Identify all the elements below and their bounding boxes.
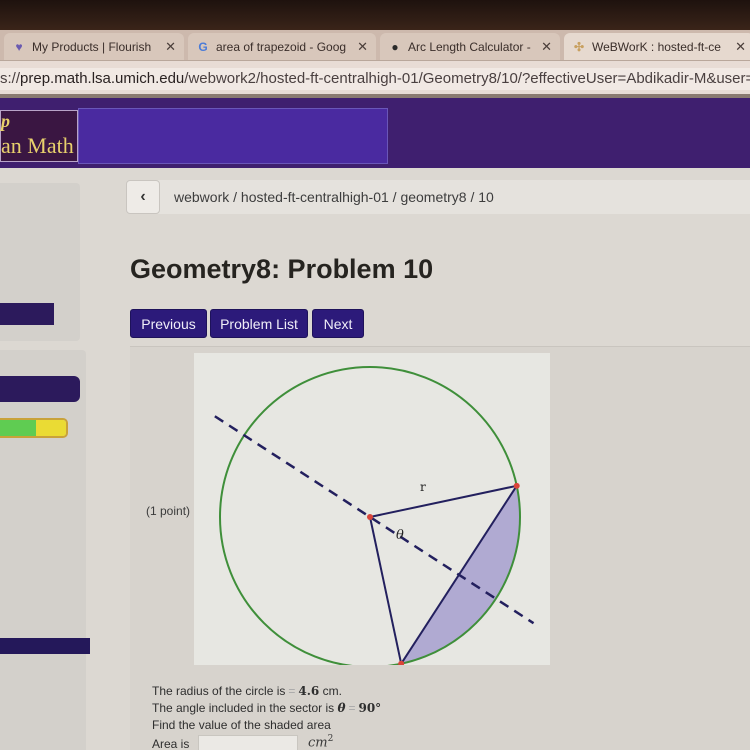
url-input[interactable]: s://prep.math.lsa.umich.edu/webwork2/hos… [0,68,750,90]
previous-button[interactable]: Previous [130,309,207,338]
back-button[interactable]: ‹ [126,180,160,214]
equals-sign: = [288,684,296,698]
unit-exponent: 2 [327,734,334,744]
close-icon[interactable]: ✕ [165,39,176,55]
radius-value: 4.6 [298,684,320,698]
tab-arc-length-calculator[interactable]: ● Arc Length Calculator - C ✕ [380,33,560,60]
unit-base: cm [308,735,328,750]
problem-figure: r θ [194,353,550,668]
chord-endpoint-upper [513,482,520,489]
problem-list-button[interactable]: Problem List [210,309,308,338]
tab-google-search[interactable]: G area of trapezoid - Goog ✕ [188,33,376,60]
sidebar-button[interactable] [0,638,90,654]
next-button[interactable]: Next [312,309,364,338]
answer-unit: cm2 [308,734,333,750]
angle-variable: θ [337,701,346,715]
tab-webwork-active[interactable]: ✣ WeBWorK : hosted-ft-ce ✕ [564,33,750,60]
problem-question: Find the value of the shaded area [152,718,331,732]
url-prefix: s:// [0,70,21,87]
site-header: p an Math [0,98,750,168]
radius-text: The radius of the circle is [152,684,286,698]
close-icon[interactable]: ✕ [357,39,368,55]
webwork-icon: ✣ [573,39,585,54]
score-progress-bar [0,418,68,438]
area-answer-input[interactable] [198,735,298,750]
logo-text: an Math [1,133,74,158]
angle-label: θ [396,528,404,543]
tab-title: WeBWorK : hosted-ft-ce [592,39,721,54]
progress-partial-segment [36,420,66,436]
radius-unit: cm. [322,684,342,698]
answer-label: Area is [152,737,190,750]
problem-statement-angle: The angle included in the sector is θ = 90… [152,701,381,715]
close-icon[interactable]: ✕ [735,39,746,55]
tab-flourish[interactable]: ♥ My Products | Flourish ✕ [4,33,184,60]
equals-sign: = [348,701,356,715]
center-point [367,514,373,520]
logo-mark: p [1,111,10,131]
tab-strip: ♥ My Products | Flourish ✕ G area of tra… [0,30,750,60]
screen-bezel [0,0,750,30]
header-banner [78,108,388,164]
problem-panel: r θ (1 point) The radius of the circle i… [130,346,750,750]
flourish-icon: ♥ [15,39,23,54]
address-bar: s://prep.math.lsa.umich.edu/webwork2/hos… [0,60,750,94]
url-host: prep.math.lsa.umich.edu [20,70,185,87]
circle-segment-diagram: r θ [214,366,535,668]
radius-line-upper [369,484,517,518]
site-logo[interactable]: p an Math [0,110,78,162]
google-icon: G [198,39,208,54]
angle-value: 90° [358,701,382,715]
url-path: /webwork2/hosted-ft-centralhigh-01/Geome… [184,70,750,87]
sidebar-panel-info [0,350,86,750]
problem-points: (1 point) [146,504,191,518]
page-title: Geometry8: Problem 10 [130,254,434,284]
sidebar-button[interactable] [0,303,54,325]
breadcrumb[interactable]: webwork / hosted-ft-centralhigh-01 / geo… [174,189,494,205]
sidebar-heading-bar [0,376,80,402]
problem-statement-radius: The radius of the circle is = 4.6 cm. [152,684,342,698]
calculator-site-icon: ● [391,39,399,54]
sidebar-panel-top [0,183,80,341]
angle-text: The angle included in the sector is [152,701,335,715]
tab-title: My Products | Flourish [32,39,152,54]
radius-label: r [420,480,426,494]
tab-title: Arc Length Calculator - C [408,39,534,54]
progress-correct-segment [0,420,37,436]
close-icon[interactable]: ✕ [541,39,552,55]
breadcrumb-bar: ‹ webwork / hosted-ft-centralhigh-01 / g… [126,180,750,214]
tab-title: area of trapezoid - Goog [216,39,347,54]
page-body: ‹ webwork / hosted-ft-centralhigh-01 / g… [0,168,750,750]
